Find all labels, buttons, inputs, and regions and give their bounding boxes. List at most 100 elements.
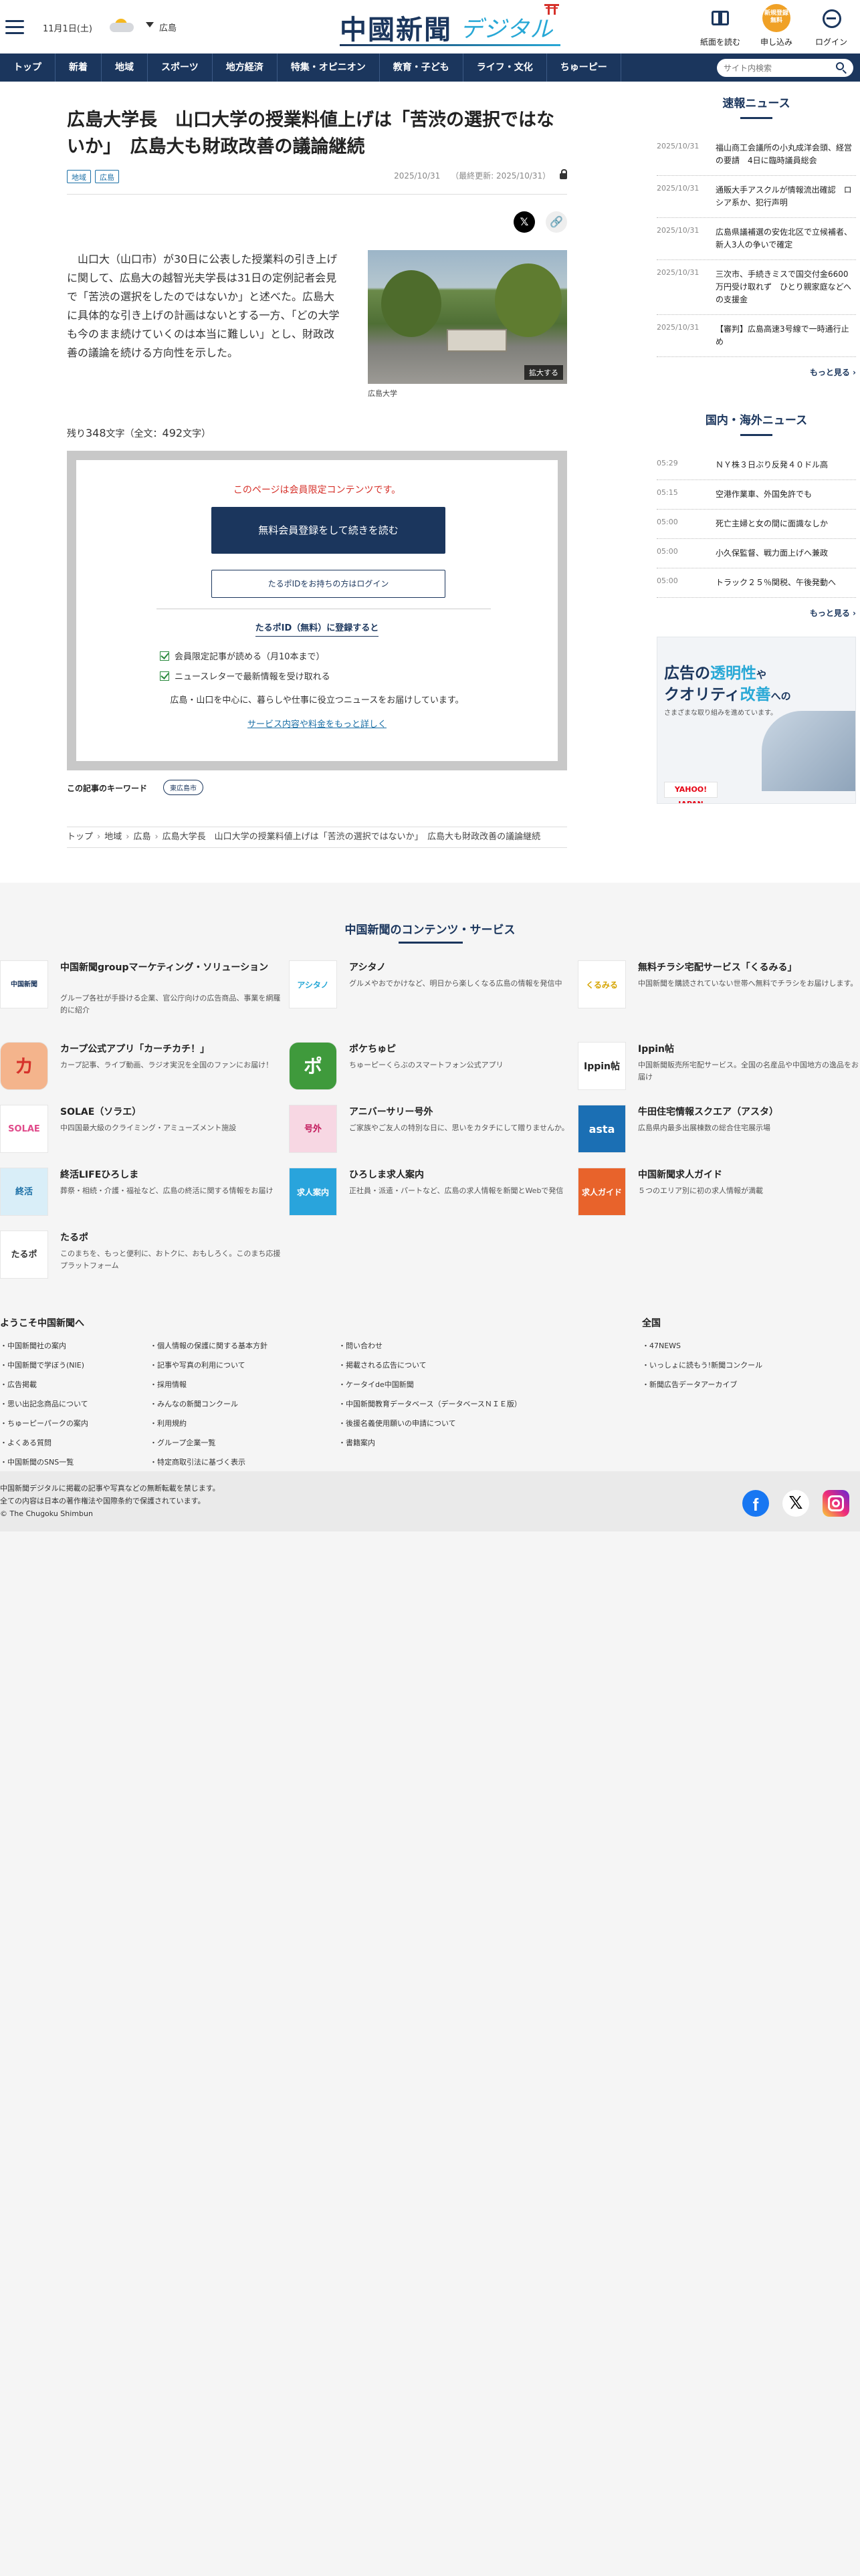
nav-chupy[interactable]: ちゅーピー xyxy=(547,53,621,82)
services-title: 中国新聞のコンテンツ・サービス xyxy=(344,924,516,937)
footer-link[interactable]: みんなの新聞コンクール xyxy=(150,1394,337,1414)
service-job-guide[interactable]: 求人ガイド 中国新聞求人ガイド ５つのエリア別に初の求人情報が満載 xyxy=(578,1168,860,1235)
service-shukatsu[interactable]: 終活 終活LIFEひろしま 葬祭・相続・介護・福祉など、広島の終活に関する情報を… xyxy=(0,1168,288,1235)
news-item[interactable]: 05:00 死亡主婦と女の間に面識なしか xyxy=(657,510,856,539)
ippincho-logo: Ippin帖 xyxy=(578,1042,626,1090)
footer-link[interactable]: 中国新聞で学ぼう(NIE) xyxy=(0,1356,147,1375)
service-tarupo[interactable]: たるポ たるポ このまちを、もっと便利に、おトクに、おもしろく。このまち応援プラ… xyxy=(0,1230,288,1297)
menu-icon[interactable] xyxy=(5,20,24,35)
tag-hiroshima[interactable]: 広島 xyxy=(95,170,119,183)
area-selector[interactable]: 広島 xyxy=(159,21,177,33)
nav-new[interactable]: 新着 xyxy=(56,53,102,82)
search-icon[interactable] xyxy=(836,62,847,74)
article-photo[interactable]: 拡大する xyxy=(368,250,567,384)
service-ippincho[interactable]: Ippin帖 Ippin帖 中国新聞販売所宅配サービス。全国の名産品や中国地方の… xyxy=(578,1042,860,1109)
footer-link[interactable]: 後援名義使用願いの申請について xyxy=(338,1414,619,1433)
nav-region[interactable]: 地域 xyxy=(102,53,148,82)
footer-link[interactable]: 採用情報 xyxy=(150,1375,337,1394)
service-marketing[interactable]: 中国新聞group 中国新聞groupマーケティング・ソリューション グループ各… xyxy=(0,960,288,1027)
nav-education[interactable]: 教育・子ども xyxy=(380,53,463,82)
x-icon[interactable]: 𝕏 xyxy=(782,1490,809,1517)
search-input[interactable] xyxy=(724,62,831,75)
news-item[interactable]: 2025/10/31 広島県議補選の安佐北区で立候補者、新人3人の争いで確定 xyxy=(657,218,856,260)
benefit-list: 会員限定記事が読める（月10本まで） ニュースレターで最新情報を受け取れる xyxy=(160,647,494,687)
nav-top[interactable]: トップ xyxy=(0,53,56,82)
article-title: 広島大学長 山口大学の授業料値上げは「苦渋の選択ではないか」 広島大も財政改善の… xyxy=(67,110,554,157)
news-item[interactable]: 05:15 空港作業車、外国免許でも xyxy=(657,480,856,510)
tag-region[interactable]: 地域 xyxy=(67,170,91,183)
service-asta[interactable]: asta 牛田住宅情報スクエア（アスタ） 広島県内最多出展棟数の総合住宅展示場 xyxy=(578,1105,860,1172)
footer-link[interactable]: 書籍案内 xyxy=(338,1433,619,1453)
footer-link[interactable]: 思い出記念商品について xyxy=(0,1394,147,1414)
service-hiroshima-jobs[interactable]: 求人案内 ひろしま求人案内 正社員・派遣・パートなど、広島の求人情報を新聞とWe… xyxy=(289,1168,576,1235)
asta-logo: asta xyxy=(578,1105,626,1153)
facebook-icon[interactable]: f xyxy=(742,1490,769,1517)
article-lead: 山口大（山口市）が30日に公表した授業料の引き上げに関して、広島大の越智光夫学長… xyxy=(67,253,340,359)
zoom-button[interactable]: 拡大する xyxy=(524,365,563,380)
footer-link[interactable]: 記事や写真の利用について xyxy=(150,1356,337,1375)
marketing-logo: 中国新聞group xyxy=(0,960,48,1008)
footer-link[interactable]: 新聞広告データアーカイブ xyxy=(642,1375,856,1394)
news-item[interactable]: 05:00 小久保監督、戦力面上げへ兼政 xyxy=(657,539,856,568)
world-more-link[interactable]: もっと見る › xyxy=(657,607,856,619)
service-solae[interactable]: SOLAE SOLAE（ソラエ） 中四国最大級のクライミング・アミューズメント施… xyxy=(0,1105,288,1172)
footer-link[interactable]: 特定商取引法に基づく表示 xyxy=(150,1453,337,1472)
breadcrumb-top[interactable]: トップ xyxy=(67,832,93,842)
service-carp-app[interactable]: カ カープ公式アプリ「カーチカチ！」 カープ記事、ライブ動画、ラジオ実況を全国の… xyxy=(0,1042,288,1109)
carp-app-icon: カ xyxy=(0,1042,48,1090)
service-ashitano[interactable]: アシタノ アシタノ グルメやおでかけなど、明日から楽しくなる広島の情報を発信中 xyxy=(289,960,576,1027)
paywall-login-button[interactable]: たるポIDをお持ちの方はログイン xyxy=(211,570,445,598)
footer-link[interactable]: 個人情報の保護に関する基本方針 xyxy=(150,1336,337,1356)
nav-sports[interactable]: スポーツ xyxy=(148,53,213,82)
read-paper-button[interactable]: 紙面を読む xyxy=(697,4,744,48)
breadcrumb-region[interactable]: 地域 xyxy=(104,832,122,842)
weather-icon[interactable] xyxy=(108,17,136,33)
news-item[interactable]: 2025/10/31 通販大手アスクルが情報流出確認 ロシア系か、犯行声明 xyxy=(657,176,856,218)
footer-link[interactable]: グループ企業一覧 xyxy=(150,1433,337,1453)
breadcrumb-hiroshima[interactable]: 広島 xyxy=(133,832,150,842)
news-item[interactable]: 05:29 ＮＹ株３日ぶり反発４０ドル高 xyxy=(657,451,856,480)
footer-links-col2: 個人情報の保護に関する基本方針 記事や写真の利用について 採用情報 みんなの新聞… xyxy=(150,1336,337,1472)
ad-banner[interactable]: 広告の透明性や クオリティ改善への さまざまな取り組みを進めています。 YAHO… xyxy=(657,637,856,804)
chevron-down-icon[interactable] xyxy=(146,22,154,27)
footer-link[interactable]: 広告掲載 xyxy=(0,1375,147,1394)
footer-link[interactable]: ケータイde中国新聞 xyxy=(338,1375,619,1394)
paywall-heading: たるポID（無料）に登録すると xyxy=(76,621,558,637)
footer-link[interactable]: 中国新聞のSNS一覧 xyxy=(0,1453,147,1472)
footer-link[interactable]: 問い合わせ xyxy=(338,1336,619,1356)
breaking-title: 速報ニュース xyxy=(722,97,790,110)
instagram-icon[interactable] xyxy=(823,1490,849,1517)
copy-link-icon[interactable]: 🔗 xyxy=(546,211,567,233)
service-details-link[interactable]: サービス内容や料金をもっと詳しく xyxy=(76,717,558,730)
service-kurumiru[interactable]: くるみる 無料チラシ宅配サービス「くるみる」 中国新聞を購読されていない世帯へ無… xyxy=(578,960,860,1027)
footer-link[interactable]: よくある質問 xyxy=(0,1433,147,1453)
footer-link[interactable]: 中国新聞社の案内 xyxy=(0,1336,147,1356)
news-item[interactable]: 2025/10/31 【審判】広島高速3号線で一時通行止め xyxy=(657,315,856,357)
footer-link[interactable]: 掲載される広告について xyxy=(338,1356,619,1375)
article: 広島大学長 山口大学の授業料値上げは「苦渋の選択ではないか」 広島大も財政改善の… xyxy=(67,107,567,848)
footer-link[interactable]: 47NEWS xyxy=(642,1336,856,1356)
apply-button[interactable]: 新規登録無料 申し込み xyxy=(753,4,800,48)
footer-link[interactable]: ちゅーピーパークの案内 xyxy=(0,1414,147,1433)
nav-opinion[interactable]: 特集・オピニオン xyxy=(278,53,380,82)
register-button[interactable]: 無料会員登録をして続きを読む xyxy=(211,507,445,554)
footer-link[interactable]: いっしょに読もう!新聞コンクール xyxy=(642,1356,856,1375)
footer-link[interactable]: 中国新聞教育データベース（データベースＮＩＥ版） xyxy=(338,1394,619,1414)
service-anniversary[interactable]: 号外 アニバーサリー号外 ご家族やご友人の特別な日に、思いをカタチにして贈りませ… xyxy=(289,1105,576,1172)
footer-link[interactable]: 利用規約 xyxy=(150,1414,337,1433)
welcome-title: ようこそ中国新聞へ xyxy=(0,1318,84,1329)
apply-badge: 新規登録無料 xyxy=(762,4,790,32)
breaking-more-link[interactable]: もっと見る › xyxy=(657,366,856,378)
news-item[interactable]: 2025/10/31 福山商工会議所の小丸成洋会頭、経営の要請 4日に臨時議員総会 xyxy=(657,134,856,176)
keyword-tag[interactable]: 東広島市 xyxy=(163,780,203,795)
breaking-list: 2025/10/31 福山商工会議所の小丸成洋会頭、経営の要請 4日に臨時議員総会… xyxy=(657,134,856,357)
nav-life[interactable]: ライフ・文化 xyxy=(463,53,547,82)
news-item[interactable]: 2025/10/31 三次市、手続きミスで国交付金6600万円受け取れず ひとり親… xyxy=(657,260,856,315)
nav-economy[interactable]: 地方経済 xyxy=(213,53,278,82)
share-x-icon[interactable]: 𝕏 xyxy=(514,211,535,233)
solae-logo: SOLAE xyxy=(0,1105,48,1153)
service-pokechupy[interactable]: ポ ポケちゅピ ちゅーピーくらぶのスマートフォン公式アプリ xyxy=(289,1042,576,1109)
news-item[interactable]: 05:00 トラック２５％関税、午後発動へ xyxy=(657,568,856,598)
site-logo[interactable]: 中國新聞 デジタル xyxy=(340,4,560,46)
login-button[interactable]: ログイン xyxy=(808,4,855,48)
